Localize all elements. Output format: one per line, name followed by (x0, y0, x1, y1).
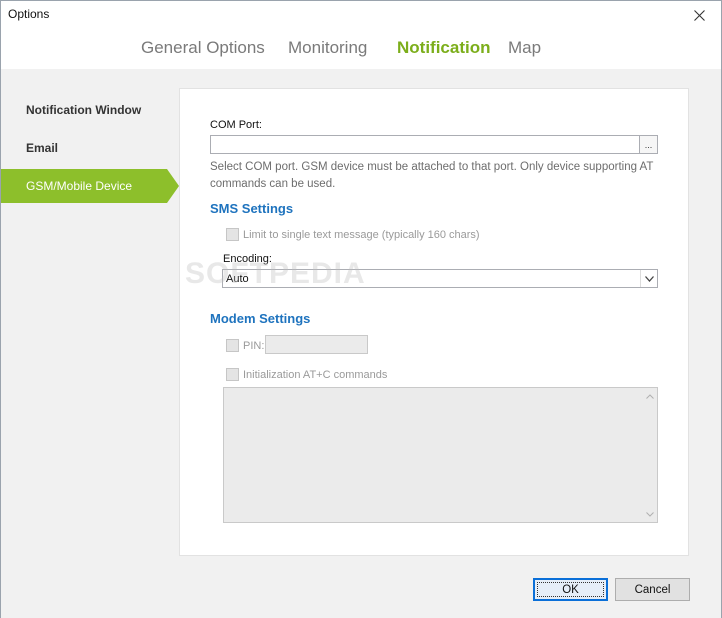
pin-input[interactable] (265, 335, 368, 354)
pin-checkbox[interactable] (226, 339, 239, 352)
window-title: Options (8, 7, 50, 21)
title-bar: Options (1, 1, 721, 29)
ellipsis-icon: ... (644, 139, 653, 150)
tab-map[interactable]: Map (508, 38, 541, 58)
content-area: Notification Window Email GSM/Mobile Dev… (1, 69, 721, 574)
com-port-help-text: Select COM port. GSM device must be atta… (210, 161, 654, 190)
sidebar-item-notification-window[interactable]: Notification Window (1, 93, 167, 127)
com-port-browse-button[interactable]: ... (640, 135, 658, 154)
encoding-selected-value: Auto (226, 273, 249, 285)
close-button[interactable] (677, 1, 721, 29)
modem-settings-heading: Modem Settings (210, 311, 311, 326)
chevron-down-icon (640, 270, 657, 287)
sms-settings-heading: SMS Settings (210, 201, 294, 216)
close-icon (693, 9, 705, 21)
tab-bar: General Options Monitoring Notification … (1, 29, 721, 69)
scroll-down-icon[interactable] (645, 509, 655, 519)
options-window: Options General Options Monitoring Notif… (0, 0, 722, 618)
sidebar-item-gsm-mobile-device[interactable]: GSM/Mobile Device (1, 169, 179, 203)
encoding-label: Encoding: (223, 253, 272, 265)
sidebar: Notification Window Email GSM/Mobile Dev… (1, 69, 179, 574)
com-port-label: COM Port: (210, 119, 262, 131)
init-commands-checkbox[interactable] (226, 368, 239, 381)
encoding-select[interactable]: Auto (222, 269, 658, 288)
limit-single-message-label: Limit to single text message (typically … (243, 229, 480, 241)
tab-notification[interactable]: Notification (397, 38, 491, 58)
tab-general-options[interactable]: General Options (141, 38, 265, 58)
scroll-up-icon[interactable] (645, 391, 655, 401)
gsm-settings-panel: COM Port: ... Select COM port. GSM devic… (179, 88, 689, 556)
cancel-button[interactable]: Cancel (615, 578, 690, 601)
com-port-input[interactable] (210, 135, 640, 154)
limit-single-message-checkbox[interactable] (226, 228, 239, 241)
init-commands-textarea[interactable] (223, 387, 658, 523)
init-commands-label: Initialization AT+C commands (243, 369, 388, 381)
tab-monitoring[interactable]: Monitoring (288, 38, 367, 58)
ok-button[interactable]: OK (533, 578, 608, 601)
dialog-footer: OK Cancel (1, 574, 721, 618)
pin-label: PIN: (243, 340, 265, 352)
sidebar-item-email[interactable]: Email (1, 131, 167, 165)
